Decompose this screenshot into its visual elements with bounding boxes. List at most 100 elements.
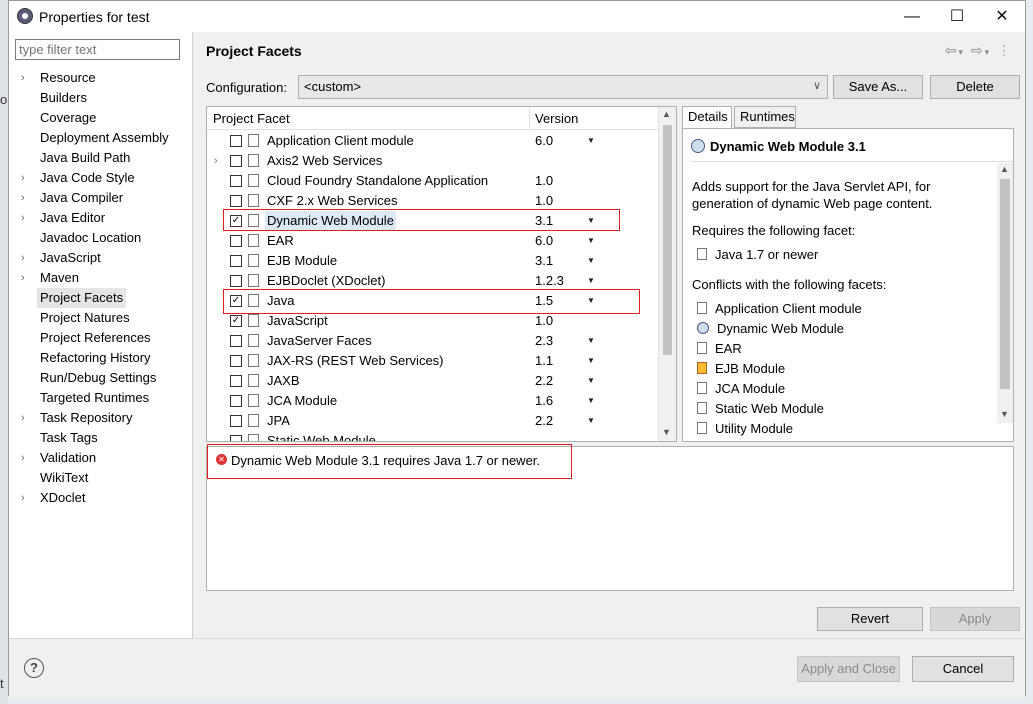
version-dropdown-icon[interactable]: ▼: [587, 371, 595, 391]
tab-runtimes[interactable]: Runtimes: [734, 106, 796, 128]
tree-item[interactable]: › JavaScript: [21, 248, 104, 268]
expand-arrow-icon[interactable]: ›: [21, 208, 25, 228]
tree-item[interactable]: › Java Compiler: [21, 188, 126, 208]
expand-arrow-icon[interactable]: ›: [21, 448, 25, 468]
tab-details[interactable]: Details: [682, 106, 732, 129]
expand-arrow-icon[interactable]: ›: [21, 68, 25, 88]
tree-item[interactable]: WikiText: [37, 468, 91, 488]
tree-item[interactable]: Refactoring History: [37, 348, 154, 368]
facet-checkbox[interactable]: [230, 155, 242, 167]
expand-arrow-icon[interactable]: ›: [21, 268, 25, 288]
facet-row[interactable]: JAXB 2.2 ▼: [207, 371, 661, 391]
expand-arrow-icon[interactable]: ›: [21, 248, 25, 268]
facet-checkbox[interactable]: [230, 415, 242, 427]
tree-item[interactable]: Builders: [37, 88, 90, 108]
facet-row[interactable]: Application Client module 6.0 ▼: [207, 131, 661, 151]
facets-scrollbar[interactable]: ▲ ▼: [658, 107, 676, 441]
version-dropdown-icon[interactable]: ▼: [587, 211, 595, 231]
scrollbar-thumb[interactable]: [1000, 179, 1010, 389]
version-dropdown-icon[interactable]: ▼: [587, 331, 595, 351]
delete-button[interactable]: Delete: [930, 75, 1020, 99]
tree-item[interactable]: › Resource: [21, 68, 99, 88]
filter-input[interactable]: [15, 39, 180, 60]
expand-arrow-icon[interactable]: ›: [21, 408, 25, 428]
facet-checkbox[interactable]: [230, 435, 242, 441]
tree-item[interactable]: Javadoc Location: [37, 228, 144, 248]
facet-checkbox[interactable]: [230, 195, 242, 207]
tree-item[interactable]: › Java Code Style: [21, 168, 138, 188]
scroll-up-icon[interactable]: ▲: [1000, 164, 1009, 174]
facet-row[interactable]: ✓ Dynamic Web Module 3.1 ▼: [207, 211, 661, 231]
tree-item[interactable]: › XDoclet: [21, 488, 89, 508]
tree-item[interactable]: Coverage: [37, 108, 99, 128]
forward-arrow-icon[interactable]: ⇨: [971, 42, 985, 58]
version-dropdown-icon[interactable]: ▼: [587, 411, 595, 431]
facet-row[interactable]: ✓ JavaScript 1.0: [207, 311, 661, 331]
back-arrow-icon[interactable]: ⇦: [945, 42, 959, 58]
facet-checkbox[interactable]: [230, 355, 242, 367]
facet-checkbox[interactable]: [230, 135, 242, 147]
expand-arrow-icon[interactable]: ›: [214, 151, 218, 171]
dropdown-icon[interactable]: ▾: [985, 47, 992, 57]
facet-checkbox[interactable]: ✓: [230, 295, 242, 307]
tree-item[interactable]: › Java Editor: [21, 208, 108, 228]
cancel-button[interactable]: Cancel: [912, 656, 1014, 682]
tree-item[interactable]: › Validation: [21, 448, 99, 468]
tree-item[interactable]: Deployment Assembly: [37, 128, 172, 148]
facet-checkbox[interactable]: ✓: [230, 315, 242, 327]
tree-item[interactable]: Java Build Path: [37, 148, 133, 168]
facet-row[interactable]: EJBDoclet (XDoclet) 1.2.3 ▼: [207, 271, 661, 291]
column-header-version[interactable]: Version: [535, 111, 578, 126]
facet-row[interactable]: CXF 2.x Web Services 1.0: [207, 191, 661, 211]
expand-arrow-icon[interactable]: ›: [21, 188, 25, 208]
facet-checkbox[interactable]: [230, 395, 242, 407]
apply-and-close-button[interactable]: Apply and Close: [797, 656, 900, 682]
version-dropdown-icon[interactable]: ▼: [587, 251, 595, 271]
facet-row[interactable]: › Axis2 Web Services: [207, 151, 661, 171]
view-menu-icon[interactable]: ⋮: [997, 42, 1013, 58]
facet-row[interactable]: JPA 2.2 ▼: [207, 411, 661, 431]
facet-checkbox[interactable]: [230, 375, 242, 387]
facet-row[interactable]: JavaServer Faces 2.3 ▼: [207, 331, 661, 351]
version-dropdown-icon[interactable]: ▼: [587, 131, 595, 151]
expand-arrow-icon[interactable]: ›: [21, 488, 25, 508]
tree-item[interactable]: › Task Repository: [21, 408, 135, 428]
facet-checkbox[interactable]: ✓: [230, 215, 242, 227]
tree-item[interactable]: Targeted Runtimes: [37, 388, 152, 408]
facet-row[interactable]: JAX-RS (REST Web Services) 1.1 ▼: [207, 351, 661, 371]
minimize-button[interactable]: —: [889, 1, 935, 32]
scroll-up-icon[interactable]: ▲: [662, 109, 671, 119]
column-header-facet[interactable]: Project Facet: [213, 111, 290, 126]
expand-arrow-icon[interactable]: ›: [21, 168, 25, 188]
facet-row[interactable]: JCA Module 1.6 ▼: [207, 391, 661, 411]
facet-row[interactable]: Cloud Foundry Standalone Application 1.0: [207, 171, 661, 191]
facet-row[interactable]: ✓ Java 1.5 ▼: [207, 291, 661, 311]
facet-checkbox[interactable]: [230, 175, 242, 187]
version-dropdown-icon[interactable]: ▼: [587, 231, 595, 251]
scroll-down-icon[interactable]: ▼: [662, 427, 671, 437]
tree-item[interactable]: Task Tags: [37, 428, 101, 448]
facet-row[interactable]: EAR 6.0 ▼: [207, 231, 661, 251]
version-dropdown-icon[interactable]: ▼: [587, 351, 595, 371]
tree-item[interactable]: Run/Debug Settings: [37, 368, 159, 388]
version-dropdown-icon[interactable]: ▼: [587, 391, 595, 411]
apply-button[interactable]: Apply: [930, 607, 1020, 631]
revert-button[interactable]: Revert: [817, 607, 923, 631]
facet-checkbox[interactable]: [230, 275, 242, 287]
facet-checkbox[interactable]: [230, 255, 242, 267]
configuration-combo[interactable]: <custom> ∨: [298, 75, 828, 99]
version-dropdown-icon[interactable]: ▼: [587, 271, 595, 291]
details-scrollbar[interactable]: ▲ ▼: [997, 163, 1013, 423]
help-icon[interactable]: ?: [24, 658, 44, 678]
dropdown-icon[interactable]: ▾: [958, 47, 965, 57]
close-button[interactable]: ✕: [979, 1, 1025, 32]
title-bar[interactable]: Properties for test — ☐ ✕: [9, 1, 1025, 32]
facet-checkbox[interactable]: [230, 335, 242, 347]
tree-item[interactable]: Project Natures: [37, 308, 133, 328]
version-dropdown-icon[interactable]: ▼: [587, 291, 595, 311]
scroll-down-icon[interactable]: ▼: [1000, 409, 1009, 419]
facet-row[interactable]: EJB Module 3.1 ▼: [207, 251, 661, 271]
tree-item[interactable]: Project References: [37, 328, 154, 348]
facet-row[interactable]: Static Web Module: [207, 431, 661, 441]
maximize-button[interactable]: ☐: [934, 1, 980, 32]
